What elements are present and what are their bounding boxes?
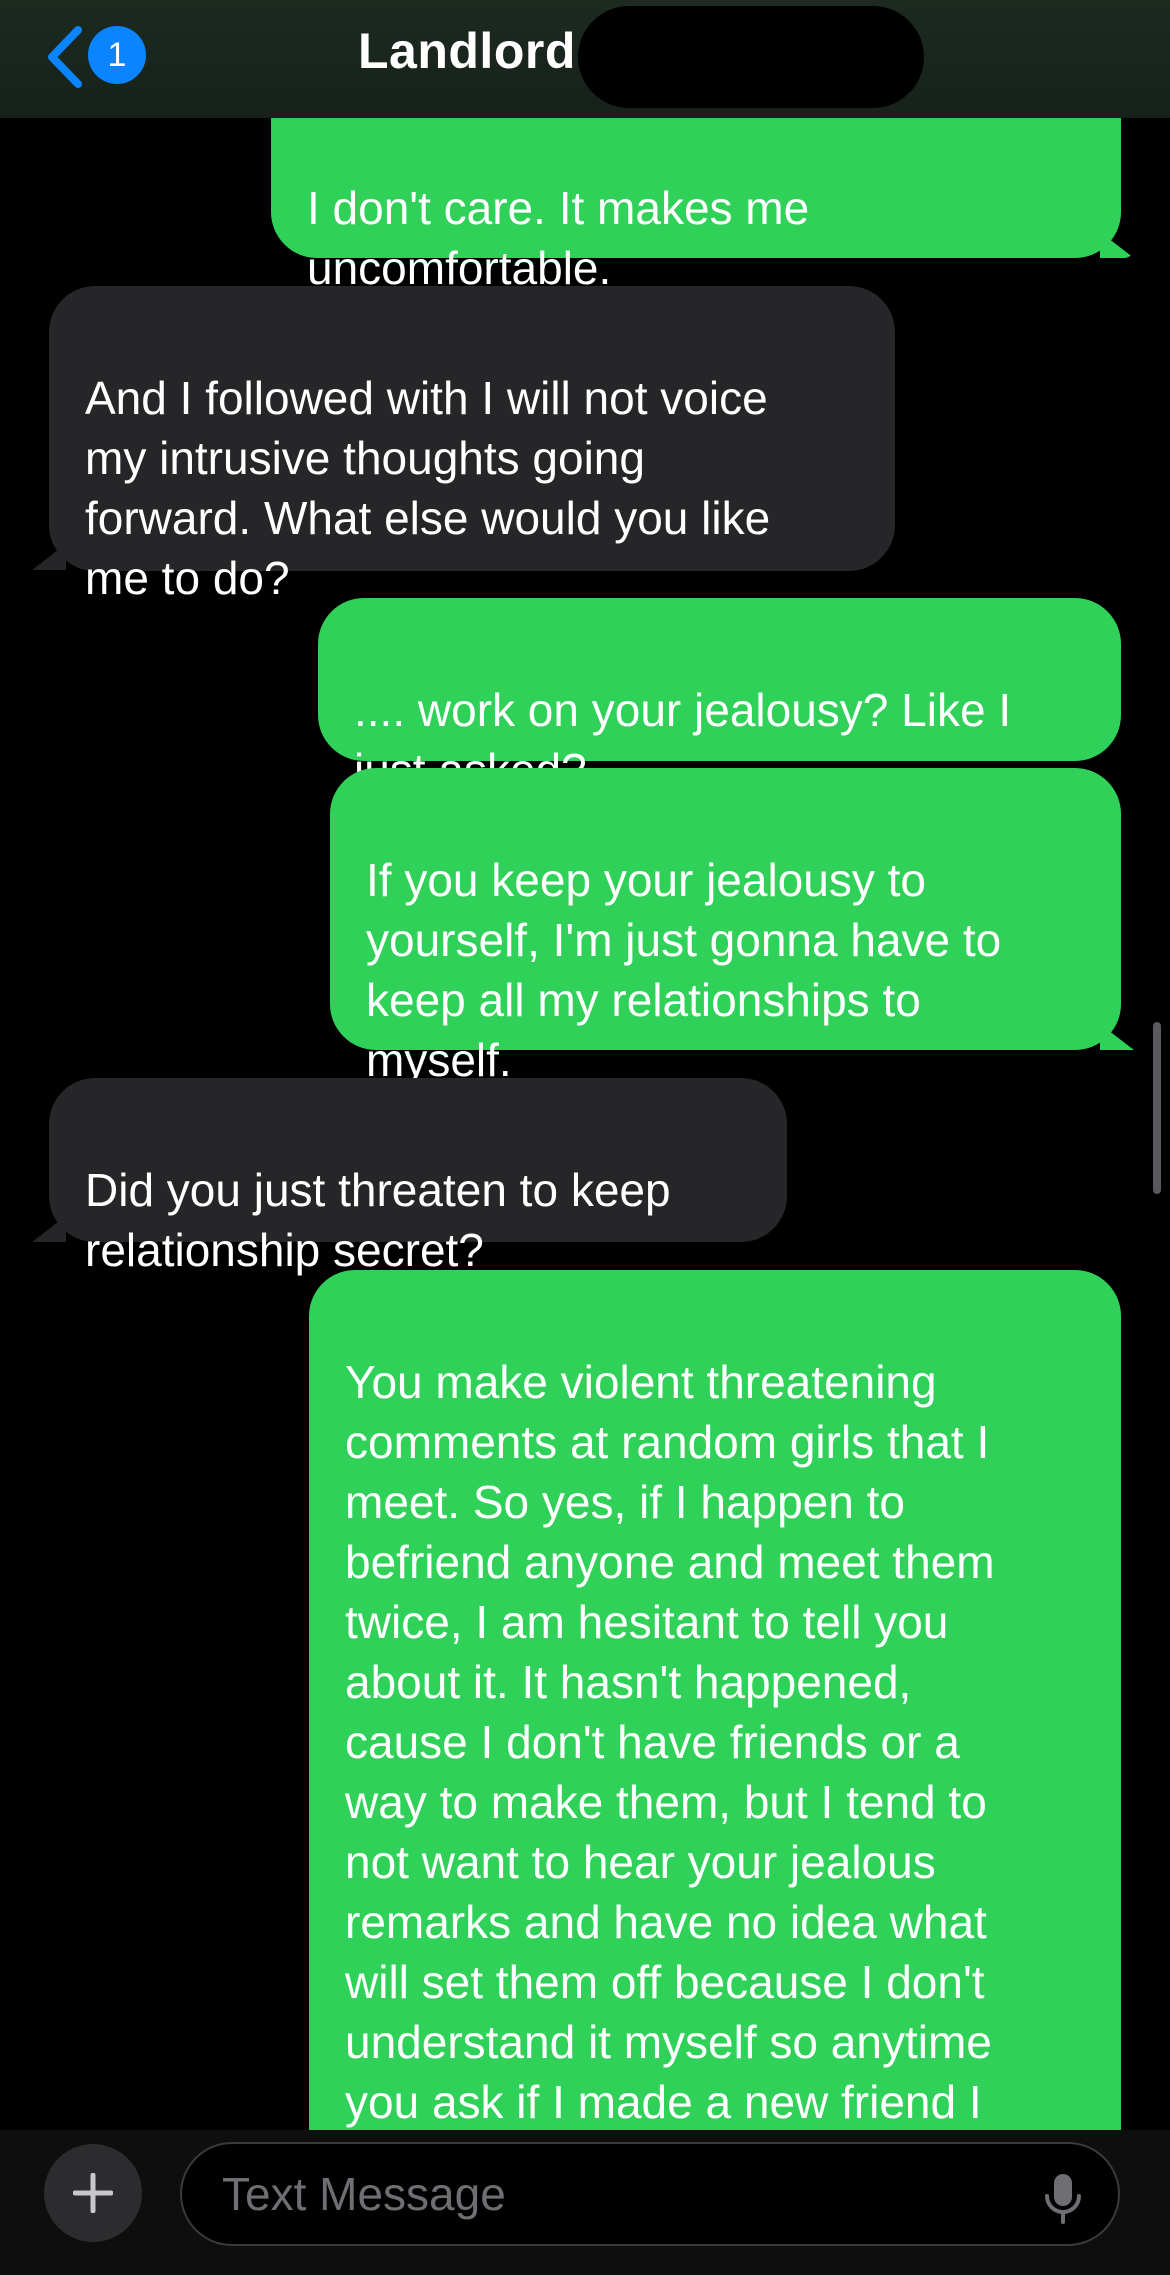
message-thread[interactable]: I don't care. It makes me uncomfortable.… — [0, 0, 1170, 2130]
bubble-tail — [32, 1216, 66, 1242]
message-bubble-incoming[interactable]: And I followed with I will not voice my … — [49, 286, 895, 604]
message-text: I don't care. It makes me uncomfortable. — [307, 182, 810, 294]
bubble-tail — [32, 544, 66, 570]
microphone-icon[interactable] — [1044, 2172, 1082, 2226]
composer-bar: Text Message — [0, 2130, 1170, 2275]
scroll-indicator[interactable] — [1153, 1022, 1161, 1194]
chevron-left-icon — [48, 26, 82, 88]
plus-icon — [73, 2173, 113, 2213]
bubble-tail — [1100, 232, 1134, 258]
conversation-header: 1 Landlord — [0, 0, 1170, 118]
message-bubble-incoming[interactable]: Did you just threaten to keep relationsh… — [49, 1078, 787, 1276]
bubble-tail — [1100, 1024, 1134, 1050]
message-input[interactable]: Text Message — [180, 2142, 1120, 2246]
message-text: And I followed with I will not voice my … — [85, 372, 771, 604]
message-text: You make violent threatening comments at… — [345, 1356, 995, 2128]
unread-count-badge[interactable]: 1 — [88, 26, 146, 84]
add-attachment-button[interactable] — [44, 2144, 142, 2242]
contact-name[interactable]: Landlord — [358, 22, 576, 80]
message-input-placeholder: Text Message — [222, 2168, 506, 2220]
message-text: If you keep your jealousy to yourself, I… — [366, 854, 1002, 1086]
message-bubble-outgoing[interactable]: You make violent threatening comments at… — [309, 1270, 1121, 2130]
message-bubble-outgoing[interactable]: I don't care. It makes me uncomfortable. — [271, 98, 1121, 294]
redaction-overlay — [578, 6, 924, 108]
message-bubble-outgoing[interactable]: .... work on your jealousy? Like I just … — [318, 598, 1121, 796]
message-text: Did you just threaten to keep relationsh… — [85, 1164, 671, 1276]
message-bubble-outgoing[interactable]: If you keep your jealousy to yourself, I… — [330, 768, 1121, 1086]
